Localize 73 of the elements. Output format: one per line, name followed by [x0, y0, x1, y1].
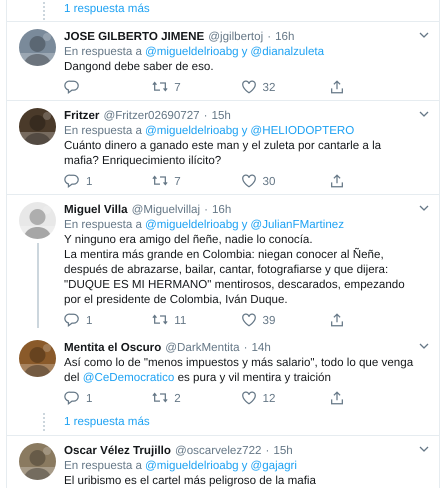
mention-link[interactable]: @HELIODOPTERO — [250, 123, 354, 138]
reply-label: En respuesta a — [64, 44, 142, 60]
user-name[interactable]: Fritzer — [64, 108, 100, 124]
user-name[interactable]: Mentita el Oscuro — [64, 340, 162, 356]
tweet-time[interactable]: 15h — [273, 442, 293, 458]
retweet-count: 7 — [174, 174, 181, 190]
separator-dot: · — [244, 340, 248, 356]
like-count: 39 — [262, 312, 276, 329]
heart-icon[interactable] — [240, 79, 256, 96]
conjunction: y — [242, 458, 248, 473]
separator-dot: · — [204, 108, 208, 124]
heart-icon[interactable] — [240, 173, 256, 190]
mention-link[interactable]: @migueldelrioabg — [145, 44, 239, 60]
tweet-time[interactable]: 16h — [275, 29, 294, 44]
user-name[interactable]: JOSE GILBERTO JIMENE — [64, 29, 204, 44]
conjunction: y — [242, 217, 248, 232]
mention-link[interactable]: @migueldelrioabg — [145, 458, 239, 473]
tweet-text: La mentira más grande en Colombia: niegan conocer al Ñeñe, después de abrazarse, bailar, cantar, fotografiarse y que dijera: "DUQUE ES MI HERMANO" mentirosos, descarados, empezando por el presidente de Colombia, Iván Duque. — [64, 247, 406, 308]
like-count: 12 — [262, 390, 276, 407]
tweet-time[interactable]: 16h — [212, 202, 232, 218]
reply-icon[interactable] — [64, 390, 80, 406]
tweet-time[interactable]: 15h — [212, 108, 231, 124]
reply-icon[interactable] — [64, 312, 80, 328]
reply-count: 1 — [86, 174, 92, 190]
more-replies-link[interactable]: 1 respuesta más — [64, 0, 150, 18]
like-count: 32 — [262, 80, 276, 96]
retweet-count: 7 — [174, 80, 181, 96]
chevron-down-icon[interactable] — [419, 205, 429, 212]
user-handle[interactable]: @DarkMentita — [165, 340, 240, 356]
user-handle[interactable]: @Fritzer02690727 — [103, 108, 200, 124]
mention-link[interactable]: @JulianFMartinez — [250, 217, 344, 232]
tweet-text: Dangond debe saber de eso. — [64, 59, 215, 74]
reply-label: En respuesta a — [64, 458, 142, 473]
reply-label: En respuesta a — [64, 217, 142, 232]
mention-link[interactable]: @gajagri — [250, 458, 297, 473]
chevron-down-icon[interactable] — [419, 446, 429, 453]
conjunction: y — [242, 123, 248, 138]
chevron-down-icon[interactable] — [419, 32, 429, 40]
chevron-down-icon[interactable] — [419, 343, 429, 350]
reply-label: En respuesta a — [64, 123, 142, 138]
heart-icon[interactable] — [240, 312, 256, 328]
share-icon[interactable] — [328, 79, 345, 96]
tweet-text: Cuánto dinero a ganado este man y el zuleta por cantarle a la mafia? Enriquecimiento ilícito? — [64, 138, 382, 168]
user-name[interactable]: Oscar Vélez Trujillo — [64, 442, 171, 458]
separator-dot: · — [204, 202, 208, 218]
tweet-text: El uribismo es el cartel más peligroso de la mafia — [64, 472, 317, 488]
more-replies-link[interactable]: 1 respuesta más — [64, 413, 150, 431]
user-name[interactable]: Miguel Villa — [64, 202, 128, 218]
heart-icon[interactable] — [240, 390, 256, 406]
share-icon[interactable] — [328, 173, 345, 190]
tweet-text: Y ninguno era amigo del ñeñe, nadie lo conocía. — [64, 232, 314, 248]
tweet-text: Así como lo de "menos impuestos y más salario", todo lo que venga del @CeDemocratico es pura y vil mentira y traición — [64, 355, 414, 386]
user-handle[interactable]: @Miguelvillaj — [132, 202, 200, 218]
mention-link[interactable]: @CeDemocratico — [82, 371, 174, 384]
retweet-count: 2 — [174, 390, 181, 407]
mention-link[interactable]: @dianalzuleta — [250, 44, 324, 60]
retweet-count: 11 — [174, 312, 186, 329]
tweet-time[interactable]: 14h — [251, 340, 271, 356]
reply-icon[interactable] — [64, 173, 80, 190]
mention-link[interactable]: @migueldelrioabg — [145, 217, 239, 232]
chevron-down-icon[interactable] — [419, 111, 429, 118]
reply-icon[interactable] — [64, 79, 80, 96]
conjunction: y — [242, 44, 248, 60]
separator-dot: · — [267, 29, 272, 44]
user-handle[interactable]: @oscarvelez722 — [174, 442, 262, 458]
share-icon[interactable] — [328, 390, 345, 406]
reply-count: 1 — [86, 390, 92, 407]
like-count: 30 — [262, 174, 276, 190]
separator-dot: · — [266, 442, 270, 458]
share-icon[interactable] — [328, 312, 345, 328]
mention-link[interactable]: @migueldelrioabg — [145, 123, 239, 138]
reply-count: 1 — [86, 312, 92, 329]
user-handle[interactable]: @jgilbertoj — [208, 29, 264, 44]
